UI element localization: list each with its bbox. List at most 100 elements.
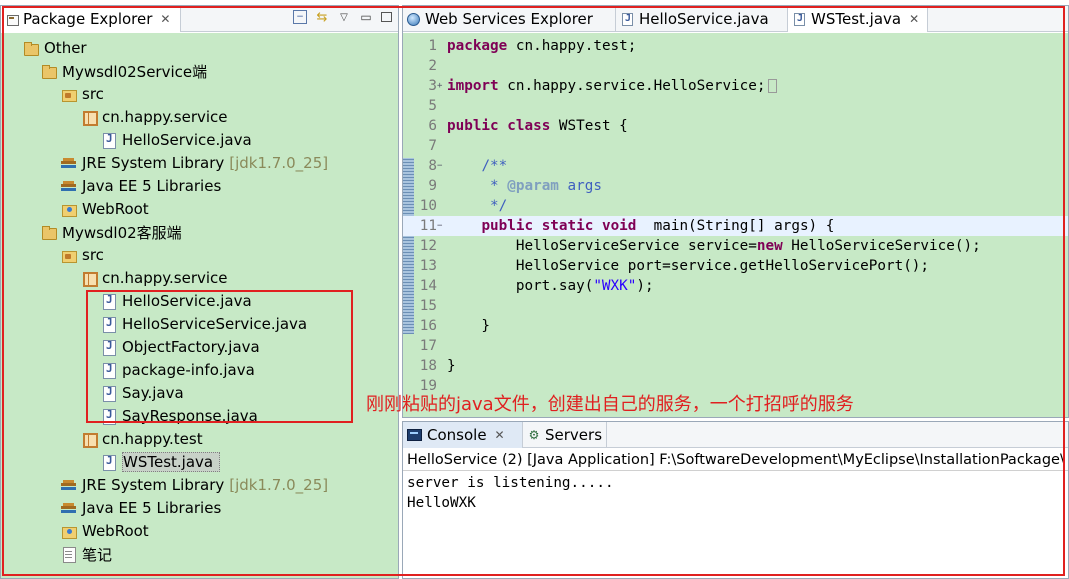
code-line[interactable]: 3 + import cn.happy.service.HelloService; [403,76,1068,96]
project-icon [23,40,39,56]
tree-item[interactable]: HelloService.java [101,129,252,151]
tree-item[interactable]: WebRoot [61,198,149,220]
tree-item[interactable]: 笔记 [61,543,112,565]
line-number: 1 [428,38,437,54]
code-line[interactable]: 15 [403,296,1068,316]
close-icon[interactable]: ✕ [495,428,505,442]
editor-tabbar: Web Services Explorer HelloService.java … [403,6,1068,32]
tree-item-label: 笔记 [82,545,113,564]
tree-item[interactable]: HelloServiceService.java [101,313,307,335]
tree-item[interactable]: cn.happy.test [81,428,203,450]
view-menu-icon[interactable]: ▽ [337,10,351,24]
package-icon [81,109,98,126]
code-text: public class WSTest { [447,118,628,134]
tree-item[interactable]: HelloService.java [101,290,252,312]
console-output-line: HelloWXK [407,495,476,511]
tree-item-label: Java EE 5 Libraries [82,177,222,195]
link-with-editor-icon[interactable]: ⇆ [315,10,329,25]
tree-item[interactable]: SayResponse.java [101,405,258,427]
tree-item[interactable]: ObjectFactory.java [101,336,260,358]
tree-item[interactable]: Say.java [101,382,184,404]
tree-item-decoration: [jdk1.7.0_25] [229,154,329,172]
code-text: } [447,358,456,374]
code-text: /** [481,158,508,174]
tab-servers[interactable]: ⚙ Servers [523,422,607,448]
java-file-icon [101,454,117,471]
code-line[interactable]: 11− public static void main(String[] arg… [403,216,1068,236]
globe-icon [407,12,420,26]
code-text: * @param args [490,178,602,194]
tree-item[interactable]: src [61,244,104,266]
tree-item-label: WSTest.java [122,452,221,472]
tree-item[interactable]: Mywsdl02客服端 [41,221,182,243]
webroot-folder-icon [61,523,77,539]
maximize-icon[interactable] [381,12,392,22]
line-number: 15 [419,298,437,314]
tab-label: Web Services Explorer [425,10,593,28]
tab-label: WSTest.java [811,10,902,28]
code-line[interactable]: 16 } [403,316,1068,336]
line-number: 9 [428,178,437,194]
line-number: 16 [419,318,437,334]
tree-item[interactable]: WebRoot [61,520,149,542]
tree-item-decoration: [jdk1.7.0_25] [229,476,329,494]
tree-item[interactable]: WSTest.java [101,451,221,473]
tree-item-label: src [82,246,104,264]
tab-label: HelloService.java [639,10,769,28]
tree-item-label: Mywsdl02客服端 [62,223,182,242]
library-icon [61,477,77,493]
code-line[interactable]: 9 * @param args [403,176,1068,196]
tree-item[interactable]: cn.happy.service [81,267,228,289]
tree-item[interactable]: Java EE 5 Libraries [61,497,221,519]
code-line[interactable]: 5 [403,96,1068,116]
line-number: 18 [419,358,437,374]
fold-collapse-icon[interactable]: − [437,216,442,236]
code-line[interactable]: 7 [403,136,1068,156]
src-folder-icon [61,86,77,102]
code-line[interactable]: 10 */ [403,196,1068,216]
tree-item[interactable]: Other [23,37,87,59]
console-output-line: server is listening..... [407,475,614,491]
tree-item[interactable]: src [61,83,104,105]
servers-icon: ⚙ [528,428,540,442]
tab-wstest-java[interactable]: WSTest.java ✕ [788,6,928,32]
tree-item-label: WebRoot [82,522,149,540]
tree-item[interactable]: Java EE 5 Libraries [61,175,221,197]
code-editor[interactable]: 1 package cn.happy.test; 2 3 + import cn.happ… [403,33,1068,417]
code-line[interactable]: 14 port.say("WXK"); [403,276,1068,296]
tree-item[interactable]: cn.happy.service [81,106,228,128]
line-number: 10 [419,198,437,214]
close-icon[interactable]: ✕ [909,12,919,26]
console-process-header: HelloService (2) [Java Application] F:\S… [403,449,1068,471]
tree-item-label: HelloService.java [122,131,252,149]
tree-item-label: SayResponse.java [122,407,258,425]
tab-helloservice-java[interactable]: HelloService.java [616,6,788,32]
code-line[interactable]: 17 [403,336,1068,356]
tab-package-explorer[interactable]: Package Explorer ✕ [1,6,181,32]
tab-web-services-explorer[interactable]: Web Services Explorer [403,6,616,32]
collapse-all-icon[interactable]: − [293,10,307,24]
minimize-icon[interactable]: ▭ [359,10,373,24]
code-line[interactable]: 18} [403,356,1068,376]
code-line[interactable]: 13 HelloService port=service.getHelloSer… [403,256,1068,276]
package-explorer-icon [6,13,19,26]
tree-item[interactable]: JRE System Library [jdk1.7.0_25] [61,152,328,174]
tree-item[interactable]: JRE System Library [jdk1.7.0_25] [61,474,328,496]
code-line[interactable]: 1 package cn.happy.test; [403,36,1068,56]
tab-console[interactable]: Console ✕ [403,422,523,448]
fold-expand-icon[interactable]: + [437,76,442,96]
tree-item[interactable]: Mywsdl02Service端 [41,60,207,82]
code-text: import cn.happy.service.HelloService; [447,76,777,96]
webroot-folder-icon [61,201,77,217]
code-line[interactable]: 2 [403,56,1068,76]
code-line[interactable]: 12 HelloServiceService service=new Hello… [403,236,1068,256]
tree-item-label: cn.happy.service [102,269,228,287]
tree-item-label: HelloServiceService.java [122,315,308,333]
close-icon[interactable]: ✕ [160,12,170,26]
code-line[interactable]: 8− /** [403,156,1068,176]
tree-item-label: Mywsdl02Service端 [62,62,208,81]
code-line[interactable]: 6 public class WSTest { [403,116,1068,136]
tree-item[interactable]: package-info.java [101,359,255,381]
fold-collapse-icon[interactable]: − [437,156,442,176]
code-text: } [447,318,491,334]
